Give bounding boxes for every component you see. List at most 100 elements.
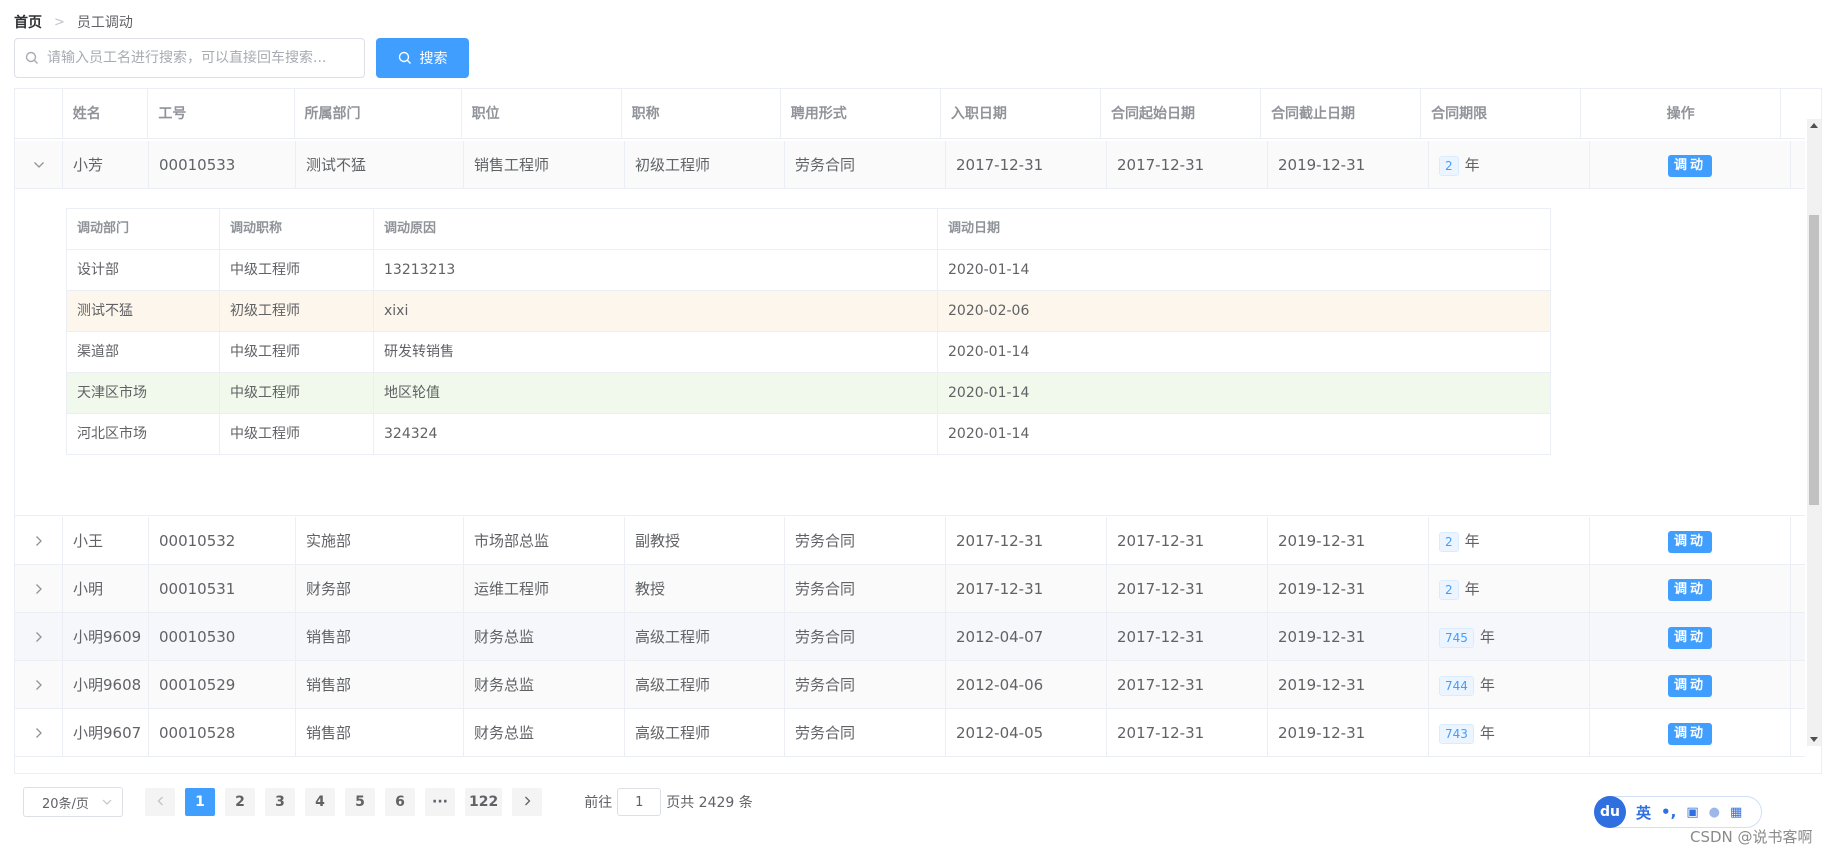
- term-unit: 年: [1479, 628, 1495, 646]
- header-employ[interactable]: 聘用形式: [781, 89, 941, 139]
- header-dept[interactable]: 所属部门: [295, 89, 462, 139]
- expand-toggle[interactable]: [15, 613, 63, 661]
- page-button-last[interactable]: 122: [465, 788, 503, 816]
- search-button[interactable]: 搜索: [376, 38, 469, 78]
- scrollbar-thumb[interactable]: [1809, 215, 1819, 505]
- transfer-date: 2020-01-14: [948, 344, 1030, 360]
- table-row[interactable]: 小明 00010531 财务部 运维工程师 教授 劳务合同 2017-12-31…: [15, 565, 1805, 613]
- cell-entry: 2012-04-05: [946, 709, 1107, 757]
- transfer-button[interactable]: 调动: [1667, 674, 1712, 697]
- table-row[interactable]: 小明9609 00010530 销售部 财务总监 高级工程师 劳务合同 2012…: [15, 613, 1805, 661]
- cell-dept: 销售部: [296, 709, 464, 757]
- page-button-5[interactable]: 5: [345, 788, 375, 816]
- transfer-reason: 324324: [374, 414, 938, 454]
- goto-page-input[interactable]: [617, 788, 662, 816]
- prev-page-button[interactable]: [145, 788, 175, 816]
- transfer-row: 河北区市场 中级工程师 324324 2020-01-14: [67, 414, 1550, 455]
- expand-toggle[interactable]: [15, 517, 63, 565]
- transfer-row: 测试不猛 初级工程师 xixi 2020-02-06: [67, 291, 1550, 332]
- expand-toggle[interactable]: [15, 565, 63, 613]
- header-id[interactable]: 工号: [148, 89, 295, 139]
- cell-entry: 2012-04-07: [946, 613, 1107, 661]
- header-position[interactable]: 职位: [462, 89, 622, 139]
- cell-title: 副教授: [625, 517, 785, 565]
- chevron-right-icon: [524, 796, 531, 806]
- cell-id: 00010530: [149, 613, 296, 661]
- chevron-right-icon: [35, 632, 42, 642]
- cell-end: 2019-12-31: [1268, 661, 1429, 709]
- header-name[interactable]: 姓名: [63, 89, 149, 139]
- ime-keyboard-icon[interactable]: ▣: [1686, 805, 1698, 820]
- page-size-select[interactable]: 20条/页: [23, 787, 123, 817]
- cell-start: 2017-12-31: [1107, 141, 1268, 189]
- page-button-4[interactable]: 4: [305, 788, 335, 816]
- page-button-3[interactable]: 3: [265, 788, 295, 816]
- header-entry[interactable]: 入职日期: [941, 89, 1101, 139]
- expand-toggle[interactable]: [15, 661, 63, 709]
- goto-suffix: 页: [666, 795, 681, 811]
- transfer-date: 2020-01-14: [948, 426, 1030, 442]
- chevron-down-icon: [102, 799, 112, 805]
- transfer-dept: 测试不猛: [67, 291, 220, 331]
- vertical-scrollbar[interactable]: [1807, 119, 1821, 746]
- page-jumper: 前往 页 共 2429 条: [584, 788, 753, 816]
- cell-title: 高级工程师: [625, 709, 785, 757]
- cell-dept: 销售部: [296, 661, 464, 709]
- ime-language-toggle[interactable]: 英: [1636, 802, 1651, 823]
- transfer-header-date: 调动日期: [948, 221, 1001, 236]
- table-row[interactable]: 小王 00010532 实施部 市场部总监 副教授 劳务合同 2017-12-3…: [15, 517, 1805, 565]
- expand-toggle[interactable]: [15, 141, 63, 189]
- cell-dept: 测试不猛: [296, 141, 464, 189]
- ime-punctuation-toggle[interactable]: •,: [1661, 803, 1676, 821]
- ime-grid-icon[interactable]: ▦: [1730, 805, 1742, 820]
- chevron-right-icon: [35, 584, 42, 594]
- header-action: 操作: [1581, 89, 1782, 139]
- chevron-right-icon: [35, 536, 42, 546]
- cell-dept: 实施部: [296, 517, 464, 565]
- table-header: 姓名 工号 所属部门 职位 职称 聘用形式 入职日期 合同起始日期 合同截止日期…: [15, 89, 1805, 139]
- page-button-1[interactable]: 1: [185, 788, 215, 816]
- term-unit: 年: [1464, 580, 1480, 598]
- transfer-button[interactable]: 调动: [1667, 154, 1712, 177]
- cell-employ: 劳务合同: [785, 613, 946, 661]
- header-end[interactable]: 合同截止日期: [1261, 89, 1422, 139]
- term-tag: 744: [1439, 675, 1474, 696]
- cell-action: 调动: [1590, 141, 1791, 189]
- ime-user-icon[interactable]: ●: [1709, 805, 1720, 820]
- cell-dept: 销售部: [296, 613, 464, 661]
- ime-logo[interactable]: du: [1594, 796, 1626, 828]
- cell-employ: 劳务合同: [785, 565, 946, 613]
- term-unit: 年: [1464, 156, 1480, 174]
- search-box[interactable]: [14, 38, 365, 78]
- cell-term: 2年: [1429, 565, 1590, 613]
- table-row[interactable]: 小明9607 00010528 销售部 财务总监 高级工程师 劳务合同 2012…: [15, 709, 1805, 757]
- cell-id: 00010529: [149, 661, 296, 709]
- term-tag: 2: [1439, 155, 1459, 176]
- cell-action: 调动: [1590, 709, 1791, 757]
- breadcrumb-home[interactable]: 首页: [14, 12, 42, 32]
- transfer-button[interactable]: 调动: [1667, 578, 1712, 601]
- scroll-down-arrow-icon[interactable]: [1810, 737, 1818, 742]
- transfer-button[interactable]: 调动: [1667, 530, 1712, 553]
- goto-prefix: 前往: [584, 795, 613, 811]
- transfer-header-title: 调动职称: [220, 209, 374, 249]
- more-pages-button[interactable]: ···: [425, 788, 455, 816]
- header-start[interactable]: 合同起始日期: [1101, 89, 1262, 139]
- scroll-up-arrow-icon[interactable]: [1810, 123, 1818, 128]
- header-title[interactable]: 职称: [622, 89, 781, 139]
- table-row-expanded[interactable]: 小芳 00010533 测试不猛 销售工程师 初级工程师 劳务合同 2017-1…: [15, 141, 1805, 189]
- expand-toggle[interactable]: [15, 709, 63, 757]
- ime-toolbar[interactable]: du 英 •, ▣ ● ▦: [1594, 796, 1762, 828]
- cell-name: 小明9607: [63, 709, 149, 757]
- table-row[interactable]: 小明9608 00010529 销售部 财务总监 高级工程师 劳务合同 2012…: [15, 661, 1805, 709]
- search-input[interactable]: [47, 50, 347, 66]
- next-page-button[interactable]: [512, 788, 543, 816]
- cell-entry: 2017-12-31: [946, 565, 1107, 613]
- transfer-title: 中级工程师: [220, 332, 374, 372]
- transfer-button[interactable]: 调动: [1667, 626, 1712, 649]
- header-term[interactable]: 合同期限: [1421, 89, 1582, 139]
- cell-employ: 劳务合同: [785, 517, 946, 565]
- page-button-6[interactable]: 6: [385, 788, 415, 816]
- transfer-button[interactable]: 调动: [1667, 722, 1712, 745]
- page-button-2[interactable]: 2: [225, 788, 255, 816]
